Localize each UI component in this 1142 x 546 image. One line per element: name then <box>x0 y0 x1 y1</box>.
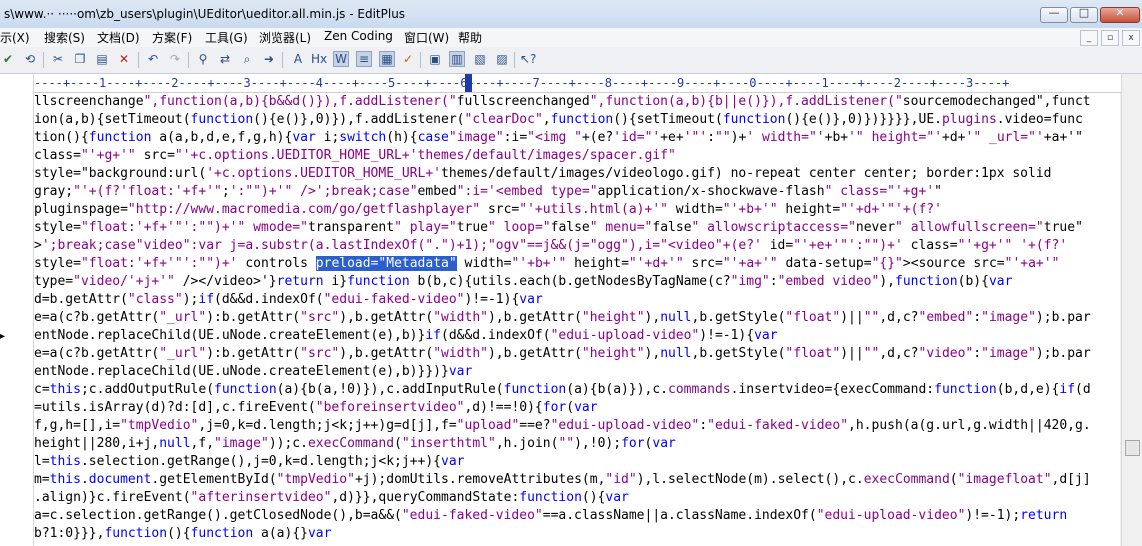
font-icon[interactable]: A <box>290 51 306 67</box>
replace-icon[interactable]: ⇄ <box>217 51 233 67</box>
menu-project[interactable]: 方案(F) <box>152 29 192 46</box>
menu-window[interactable]: 窗口(W) <box>404 29 449 46</box>
code-line[interactable]: ion(a,b){setTimeout(function(){e()},0)})… <box>34 111 1083 129</box>
code-line[interactable]: f,g,h=[],i="tmpVedio",j=0,k=d.length;j<k… <box>34 417 1091 435</box>
code-line[interactable]: .align)}c.fireEvent("afterinsertvideo",d… <box>34 489 629 507</box>
toolbar-separator <box>188 52 189 68</box>
code-line[interactable]: d=b.getAttr("class");if(d&&d.indexOf("ed… <box>34 291 543 309</box>
code-line[interactable]: entNode.replaceChild(UE.uNode.createElem… <box>34 363 472 381</box>
menu-tools[interactable]: 工具(G) <box>205 29 248 46</box>
line-numbers-icon[interactable]: ≡ <box>356 51 372 67</box>
code-line[interactable]: =utils.isArray(d)?d:[d],c.fireEvent("bef… <box>34 399 598 417</box>
code-line[interactable]: entNode.replaceChild(UE.uNode.createElem… <box>34 327 778 345</box>
toolbar-separator <box>138 52 139 68</box>
code-line[interactable]: e=a(c?b.getAttr("_url"):b.getAttr("src")… <box>34 345 1091 363</box>
find-in-files-icon[interactable]: ⌕ <box>239 51 255 67</box>
menu-zen-coding[interactable]: Zen Coding <box>324 29 393 43</box>
check-icon[interactable]: ✔ <box>0 51 16 67</box>
toolbar: ✔ ⟲ ✂ ❐ ▤ ✕ ↶ ↷ ⚲ ⇄ ⌕ ➜ A Hx W ≡ ▦ ✓ ▣ ▥… <box>0 47 1142 74</box>
code-line[interactable]: tion(){function a(a,b,d,e,f,g,h){var i;s… <box>34 129 1083 147</box>
editor-gutter: ▸ <box>0 74 34 546</box>
refresh-icon[interactable]: ⟲ <box>22 51 38 67</box>
toolbar-separator <box>514 52 515 68</box>
code-line[interactable]: llscreenchange",function(a,b){b&&d()}),f… <box>34 93 1091 111</box>
code-line[interactable]: e=a(c?b.getAttr("_url"):b.getAttr("src")… <box>34 309 1091 327</box>
close-icon: ✕ <box>1115 6 1125 19</box>
window-title: s\www.·· ·····om\zb_users\plugin\UEditor… <box>4 7 406 21</box>
find-icon[interactable]: ⚲ <box>195 51 211 67</box>
cliptext-icon[interactable]: ▥ <box>449 51 465 67</box>
vertical-scrollbar[interactable] <box>1121 74 1142 546</box>
code-line[interactable]: l=this.selection.getRange(),j=0,k=d.leng… <box>34 453 464 471</box>
code-editor[interactable]: llscreenchange",function(a,b){b&&d()}),f… <box>34 93 1120 546</box>
spellcheck-icon[interactable]: ✓ <box>400 51 416 67</box>
output-icon[interactable]: ▨ <box>494 51 510 67</box>
minimize-button[interactable]: — <box>1040 6 1068 23</box>
ruler-cursor-marker <box>465 74 472 92</box>
selected-text: preload="Metadata" <box>315 256 457 271</box>
redo-icon[interactable]: ↷ <box>167 51 183 67</box>
hex-icon[interactable]: Hx <box>311 51 327 67</box>
toolbar-separator <box>282 52 283 68</box>
column-select-icon[interactable]: ▦ <box>379 51 395 67</box>
copy-icon[interactable]: ❐ <box>72 51 88 67</box>
code-line[interactable]: m=this.document.getElementById("tmpVedio… <box>34 471 1091 489</box>
paste-icon[interactable]: ▤ <box>94 51 110 67</box>
maximize-icon: □ <box>1078 6 1090 19</box>
cut-icon[interactable]: ✂ <box>50 51 66 67</box>
code-line[interactable]: b?1:0}}},function(){function a(a){}var <box>34 525 331 543</box>
code-line[interactable]: pluginspage="http://www.macromedia.com/g… <box>34 201 942 219</box>
code-line[interactable]: a=c.selection.getRange().getClosedNode()… <box>34 507 1067 525</box>
title-bar: s\www.·· ·····om\zb_users\plugin\UEditor… <box>0 0 1142 29</box>
code-line[interactable]: style="float:'+f+'"':"")+'" wmode="trans… <box>34 219 1083 237</box>
toolbar-separator <box>420 52 421 68</box>
menu-browser[interactable]: 浏览器(L) <box>259 29 311 46</box>
code-line[interactable]: c=this;c.addOutputRule(function(a){b(a,!… <box>34 381 1091 399</box>
mdi-minimize-button[interactable]: _ <box>1080 30 1098 46</box>
code-line[interactable]: style="background:url('+c.options.UEDITO… <box>34 165 1051 183</box>
menu-help[interactable]: 帮助 <box>458 29 482 46</box>
current-line-marker-icon: ▸ <box>0 331 6 342</box>
maximize-button[interactable]: □ <box>1070 6 1098 23</box>
scrollbar-thumb[interactable] <box>1125 440 1140 456</box>
directory-icon[interactable]: ▧ <box>472 51 488 67</box>
mdi-restore-button[interactable]: ▫ <box>1101 30 1119 46</box>
minimize-icon: — <box>1048 6 1060 19</box>
goto-icon[interactable]: ➜ <box>261 51 277 67</box>
code-line[interactable]: >';break;case"video":var j=a.substr(a.la… <box>34 237 1067 255</box>
menu-bar: 示(X) 搜索(S) 文档(D) 方案(F) 工具(G) 浏览器(L) Zen … <box>0 28 1142 47</box>
word-wrap-icon[interactable]: W <box>333 51 349 67</box>
help-cursor-icon[interactable]: ↖? <box>520 51 536 67</box>
column-ruler: ----+----1----+----2----+----3----+----4… <box>34 74 1122 93</box>
toolbar-separator <box>43 52 44 68</box>
delete-icon[interactable]: ✕ <box>116 51 132 67</box>
code-line[interactable]: gray;"'+(f?'float:'+f+'";':"")+'" />';br… <box>34 183 942 201</box>
menu-document[interactable]: 文档(D) <box>97 29 140 46</box>
menu-view[interactable]: 示(X) <box>0 29 30 46</box>
code-line[interactable]: height||280,i+j,null,f,"image"));c.execC… <box>34 435 676 453</box>
code-line[interactable]: style="float:'+f+'"':"")+' controls prel… <box>34 255 1059 273</box>
whitespace-icon[interactable]: ▣ <box>427 51 443 67</box>
menu-search[interactable]: 搜索(S) <box>44 29 85 46</box>
mdi-close-button[interactable]: x <box>1122 30 1140 46</box>
close-button[interactable]: ✕ <box>1100 6 1140 23</box>
undo-icon[interactable]: ↶ <box>145 51 161 67</box>
code-line[interactable]: type="video/'+j+'" /></video>'}return i}… <box>34 273 1012 291</box>
code-line[interactable]: class="'+g+'" src="'+c.options.UEDITOR_H… <box>34 147 676 165</box>
